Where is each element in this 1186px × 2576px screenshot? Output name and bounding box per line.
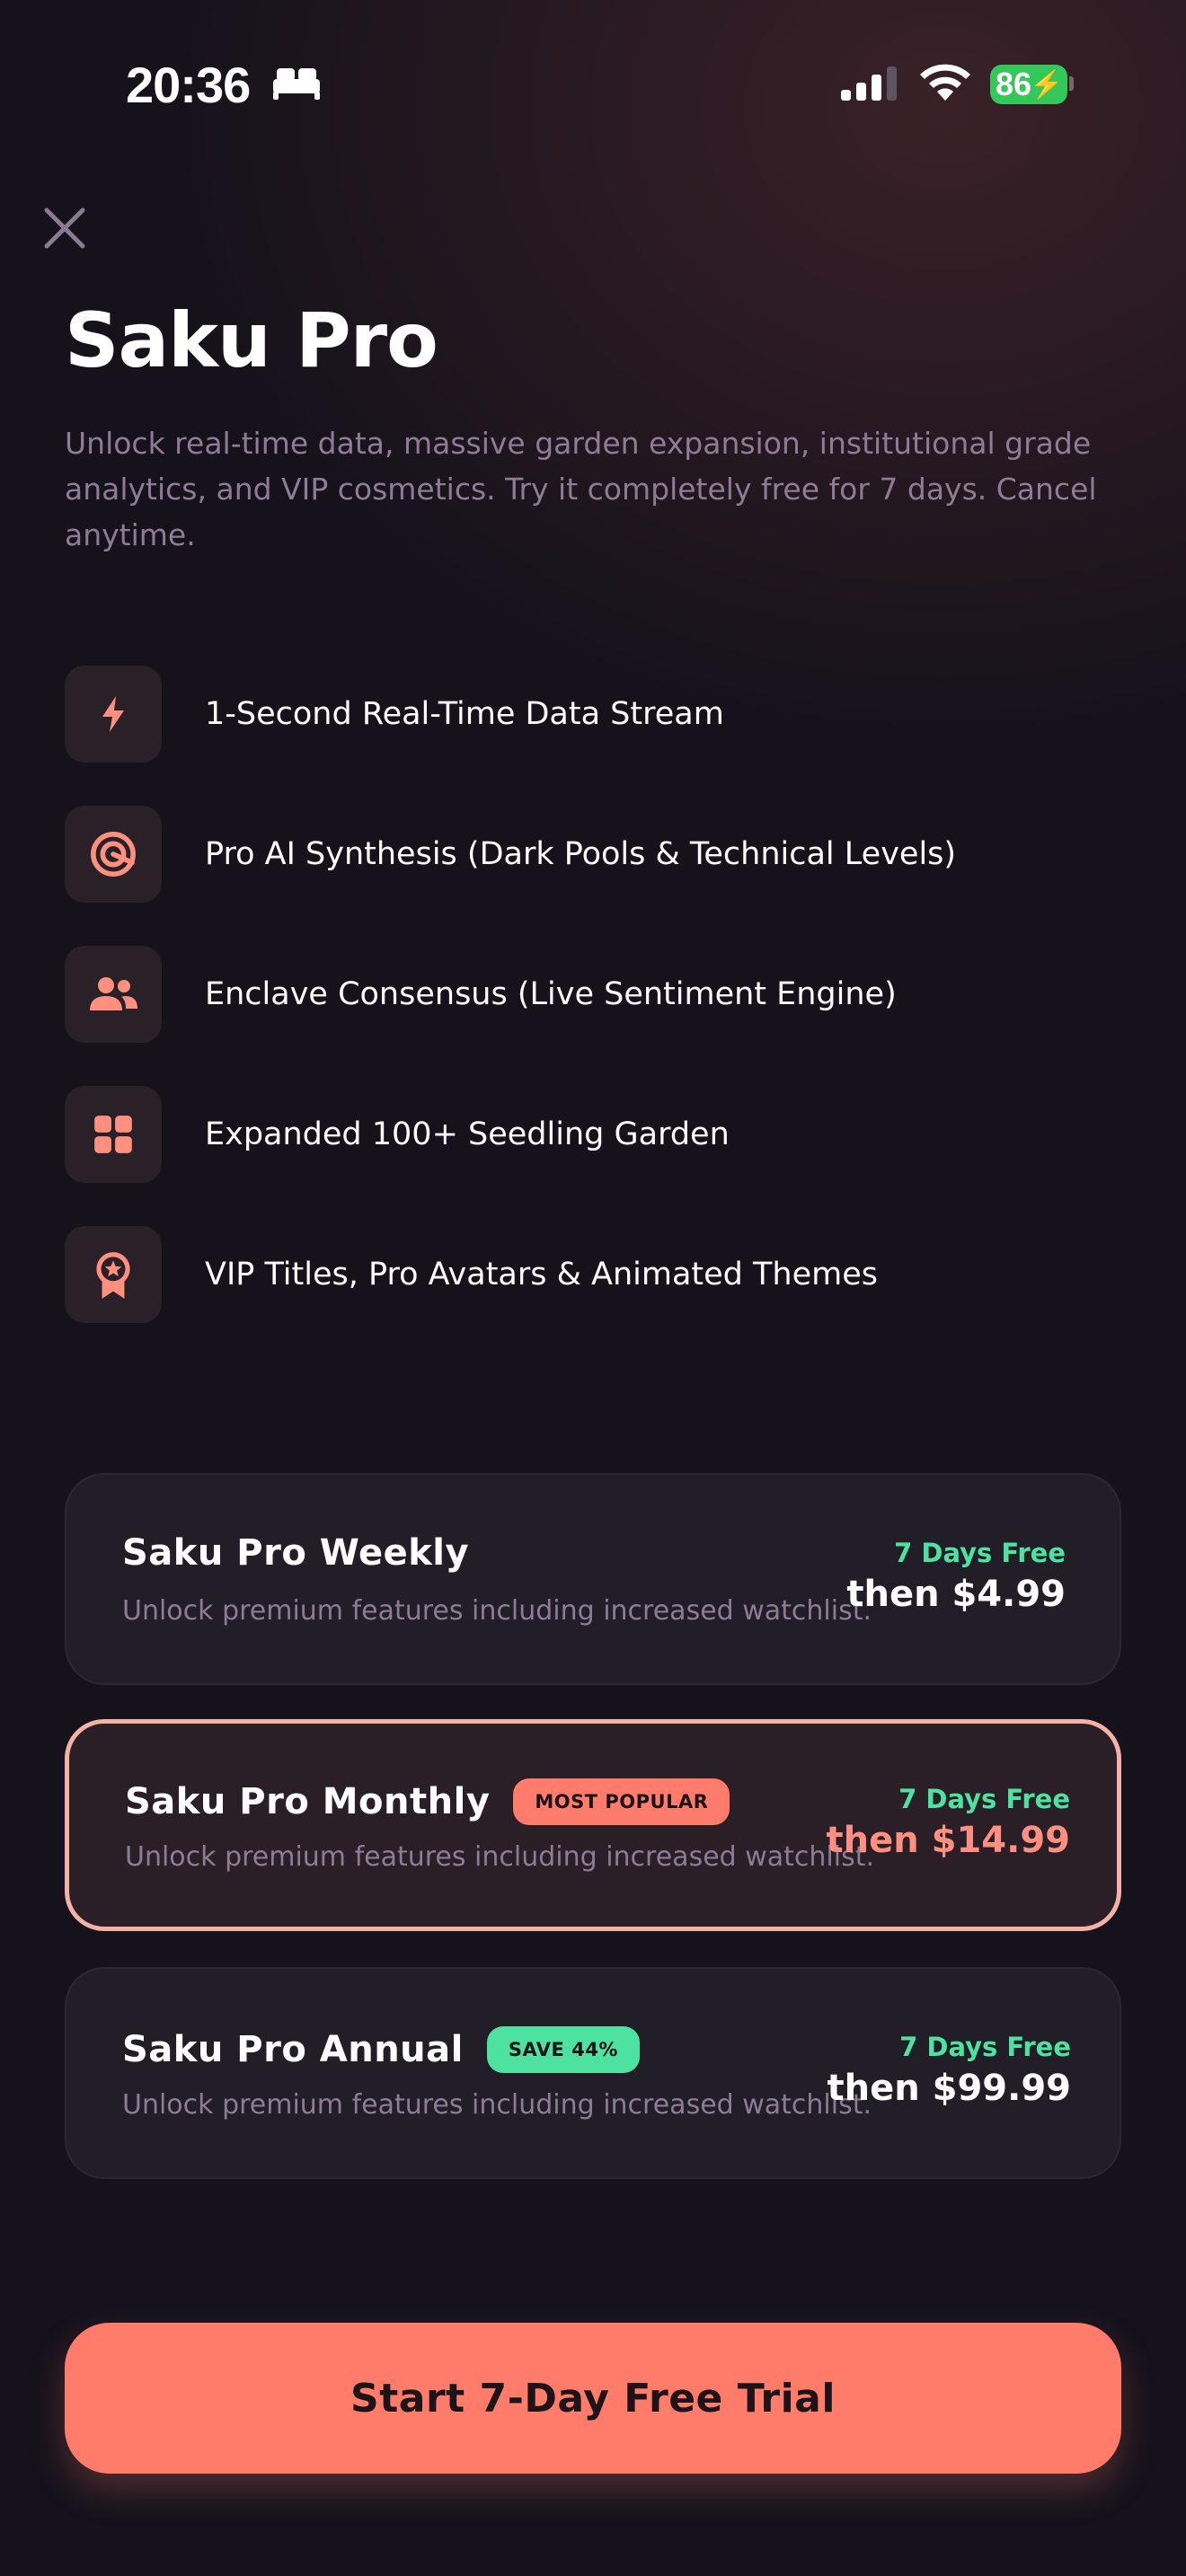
feature-label: Expanded 100+ Seedling Garden xyxy=(205,1116,730,1152)
status-bar: 20:36 86 ⚡ xyxy=(0,52,1186,124)
plan-price: then $99.99 xyxy=(827,2068,1071,2109)
plan-description: Unlock premium features including increa… xyxy=(122,1595,872,1627)
target-icon xyxy=(91,832,136,877)
battery-cap xyxy=(1069,76,1074,91)
most-popular-badge: MOST POPULAR xyxy=(513,1778,730,1825)
feature-label: Pro AI Synthesis (Dark Pools & Technical… xyxy=(205,836,957,872)
start-trial-label: Start 7-Day Free Trial xyxy=(350,2375,836,2422)
plan-name: Saku Pro Monthly xyxy=(125,1781,491,1822)
save-badge: SAVE 44% xyxy=(486,2026,640,2073)
feature-item: VIP Titles, Pro Avatars & Animated Theme… xyxy=(65,1225,878,1324)
plan-description: Unlock premium features including increa… xyxy=(125,1841,875,1873)
plan-option-annual[interactable]: Saku Pro Annual SAVE 44% Unlock premium … xyxy=(65,1967,1121,2179)
plan-name: Saku Pro Annual xyxy=(122,2029,464,2070)
plan-option-weekly[interactable]: Saku Pro Weekly Unlock premium features … xyxy=(65,1473,1121,1685)
plan-trial-label: 7 Days Free xyxy=(899,2032,1071,2062)
wifi-icon xyxy=(920,64,970,101)
grid-icon xyxy=(94,1116,132,1153)
start-trial-button[interactable]: Start 7-Day Free Trial xyxy=(65,2323,1121,2474)
battery-indicator: 86 ⚡ xyxy=(990,65,1067,104)
feature-item: Pro AI Synthesis (Dark Pools & Technical… xyxy=(65,805,956,904)
people-icon xyxy=(90,977,137,1010)
plan-description: Unlock premium features including increa… xyxy=(122,2089,872,2121)
cellular-signal-icon xyxy=(841,66,897,101)
close-icon[interactable] xyxy=(41,205,88,251)
plan-trial-label: 7 Days Free xyxy=(898,1784,1070,1814)
badge-star-icon xyxy=(96,1252,130,1299)
bolt-icon xyxy=(102,696,124,732)
feature-label: VIP Titles, Pro Avatars & Animated Theme… xyxy=(205,1257,878,1292)
feature-label: Enclave Consensus (Live Sentiment Engine… xyxy=(205,976,897,1012)
feature-item: Expanded 100+ Seedling Garden xyxy=(65,1085,730,1184)
plan-name: Saku Pro Weekly xyxy=(122,1532,470,1574)
plan-price: then $14.99 xyxy=(826,1820,1070,1861)
charging-bolt-icon: ⚡ xyxy=(1030,69,1064,100)
feature-label: 1-Second Real-Time Data Stream xyxy=(205,696,724,732)
page-title: Saku Pro xyxy=(65,296,438,384)
plan-price: then $4.99 xyxy=(846,1574,1066,1615)
battery-level: 86 xyxy=(996,66,1032,102)
plan-trial-label: 7 Days Free xyxy=(894,1538,1066,1568)
feature-item: Enclave Consensus (Live Sentiment Engine… xyxy=(65,945,897,1044)
feature-item: 1-Second Real-Time Data Stream xyxy=(65,665,724,763)
plan-option-monthly[interactable]: Saku Pro Monthly MOST POPULAR Unlock pre… xyxy=(65,1719,1121,1931)
clock: 20:36 xyxy=(126,57,251,113)
page-subtitle: Unlock real-time data, massive garden ex… xyxy=(65,426,1097,552)
bed-icon xyxy=(273,68,320,100)
